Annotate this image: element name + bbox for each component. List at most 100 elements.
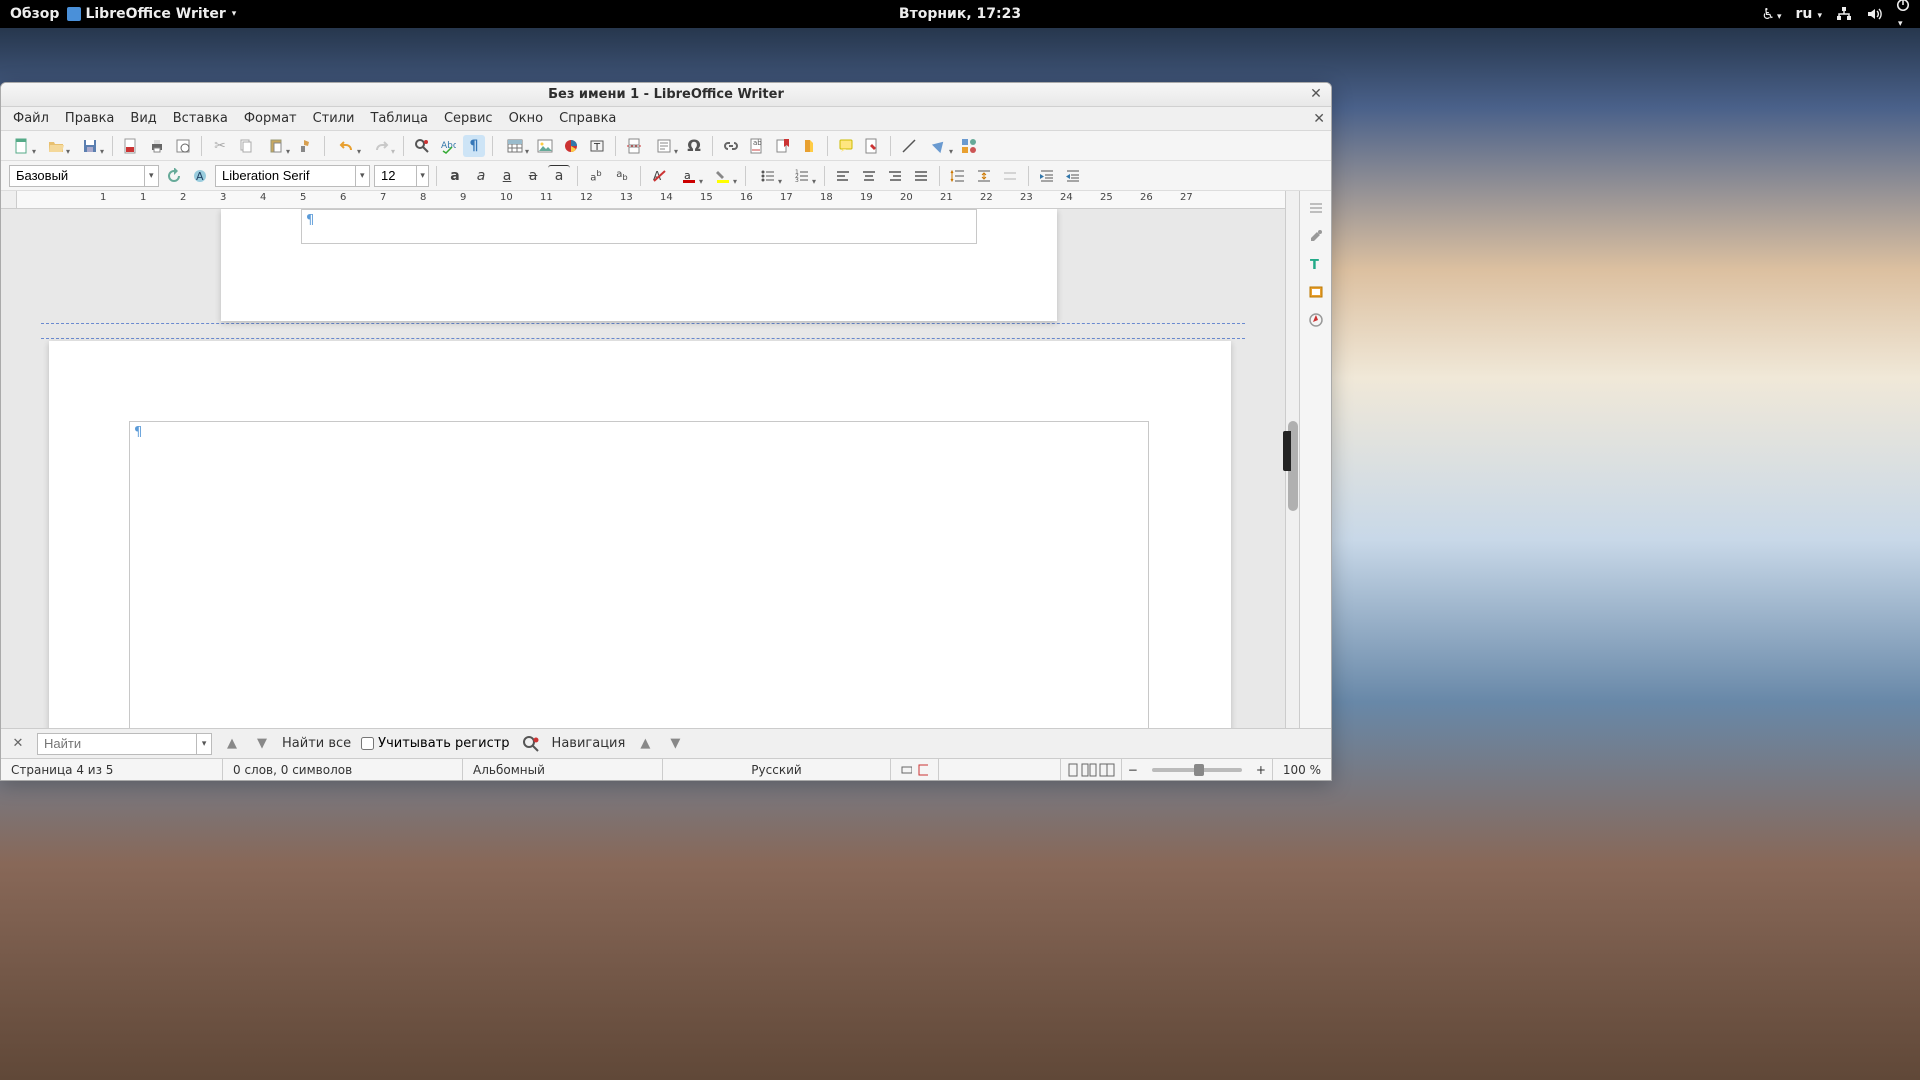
app-menu[interactable]: LibreOffice Writer ▾ — [67, 6, 236, 22]
number-list-button[interactable]: 123 — [787, 165, 817, 187]
status-words[interactable]: 0 слов, 0 символов — [223, 759, 463, 780]
insert-line-button[interactable] — [898, 135, 920, 157]
undo-button[interactable] — [332, 135, 362, 157]
font-size-input[interactable] — [375, 166, 416, 186]
navigator-panel-icon[interactable] — [1305, 309, 1327, 331]
network-icon[interactable] — [1836, 6, 1852, 22]
clear-formatting-button[interactable]: A — [648, 165, 670, 187]
highlight-button[interactable] — [708, 165, 738, 187]
status-page-style[interactable]: Альбомный — [463, 759, 663, 780]
subscript-button[interactable]: ab — [611, 165, 633, 187]
chevron-down-icon[interactable]: ▾ — [144, 166, 158, 186]
status-language[interactable]: Русский — [663, 759, 891, 780]
save-button[interactable] — [75, 135, 105, 157]
spellcheck-button[interactable]: Abc — [437, 135, 459, 157]
status-page[interactable]: Страница 4 из 5 — [1, 759, 223, 780]
find-replace-icon[interactable] — [520, 733, 542, 755]
redo-button[interactable] — [366, 135, 396, 157]
page-current[interactable]: ¶ — [49, 341, 1231, 728]
italic-button[interactable]: a — [470, 165, 492, 187]
align-justify-button[interactable] — [910, 165, 932, 187]
insert-footnote-button[interactable]: ab — [746, 135, 768, 157]
align-left-button[interactable] — [832, 165, 854, 187]
window-close-button[interactable]: ✕ — [1307, 85, 1325, 103]
insert-image-button[interactable] — [534, 135, 556, 157]
menu-edit[interactable]: Правка — [57, 108, 122, 129]
draw-functions-button[interactable] — [958, 135, 980, 157]
vertical-scrollbar[interactable] — [1285, 191, 1299, 728]
insert-bookmark-button[interactable] — [772, 135, 794, 157]
horizontal-ruler[interactable]: 1123456789101112131415161718192021222324… — [1, 191, 1285, 209]
insert-special-char-button[interactable]: Ω — [683, 135, 705, 157]
page-previous[interactable]: ¶ — [221, 209, 1057, 321]
menu-styles[interactable]: Стили — [305, 108, 363, 129]
font-size-combo[interactable]: ▾ — [374, 165, 429, 187]
document-area[interactable]: ¶ ¶ — [1, 209, 1285, 728]
multi-page-view-button[interactable] — [1081, 763, 1097, 777]
clock[interactable]: Вторник, 17:23 — [899, 6, 1021, 22]
bullet-list-button[interactable] — [753, 165, 783, 187]
print-preview-button[interactable] — [172, 135, 194, 157]
input-language[interactable]: ru ▾ — [1795, 6, 1822, 22]
increase-spacing-button[interactable] — [973, 165, 995, 187]
underline-button[interactable]: a — [496, 165, 518, 187]
open-button[interactable] — [41, 135, 71, 157]
decrease-spacing-button[interactable] — [999, 165, 1021, 187]
zoom-slider[interactable] — [1152, 768, 1242, 772]
insert-hyperlink-button[interactable] — [720, 135, 742, 157]
match-case-checkbox[interactable]: Учитывать регистр — [361, 736, 509, 751]
sidebar-settings-icon[interactable] — [1305, 197, 1327, 219]
properties-panel-icon[interactable] — [1305, 225, 1327, 247]
insert-comment-button[interactable] — [835, 135, 857, 157]
paragraph-style-combo[interactable]: ▾ — [9, 165, 159, 187]
find-replace-button[interactable] — [411, 135, 433, 157]
font-name-input[interactable] — [216, 166, 355, 186]
clone-formatting-button[interactable] — [295, 135, 317, 157]
single-page-view-button[interactable] — [1067, 763, 1079, 777]
volume-icon[interactable] — [1866, 6, 1882, 22]
insert-field-button[interactable] — [649, 135, 679, 157]
align-center-button[interactable] — [858, 165, 880, 187]
nav-prev-button[interactable]: ▲ — [635, 734, 655, 754]
increase-indent-button[interactable] — [1036, 165, 1058, 187]
status-insert-mode[interactable] — [891, 759, 939, 780]
menu-insert[interactable]: Вставка — [165, 108, 236, 129]
insert-page-break-button[interactable] — [623, 135, 645, 157]
align-right-button[interactable] — [884, 165, 906, 187]
line-spacing-button[interactable] — [947, 165, 969, 187]
insert-chart-button[interactable] — [560, 135, 582, 157]
menu-table[interactable]: Таблица — [362, 108, 436, 129]
insert-table-button[interactable] — [500, 135, 530, 157]
document-close-button[interactable]: ✕ — [1313, 111, 1325, 127]
navigation-label[interactable]: Навигация — [552, 736, 626, 751]
export-pdf-button[interactable] — [120, 135, 142, 157]
chevron-down-icon[interactable]: ▾ — [416, 166, 428, 186]
find-next-button[interactable]: ▼ — [252, 734, 272, 754]
paste-button[interactable] — [261, 135, 291, 157]
chevron-down-icon[interactable]: ▾ — [355, 166, 369, 186]
chevron-down-icon[interactable]: ▾ — [196, 734, 211, 754]
menu-help[interactable]: Справка — [551, 108, 624, 129]
power-icon[interactable]: ▾ — [1896, 0, 1910, 30]
copy-button[interactable] — [235, 135, 257, 157]
gallery-panel-icon[interactable] — [1305, 281, 1327, 303]
cut-button[interactable]: ✂ — [209, 135, 231, 157]
insert-textbox-button[interactable]: T — [586, 135, 608, 157]
zoom-value[interactable]: 100 % — [1272, 759, 1331, 780]
menu-tools[interactable]: Сервис — [436, 108, 501, 129]
update-style-button[interactable] — [163, 165, 185, 187]
menu-view[interactable]: Вид — [122, 108, 164, 129]
formatting-marks-button[interactable]: ¶ — [463, 135, 485, 157]
nav-next-button[interactable]: ▼ — [665, 734, 685, 754]
decrease-indent-button[interactable] — [1062, 165, 1084, 187]
book-view-button[interactable] — [1099, 763, 1115, 777]
sidebar-collapse-handle[interactable] — [1283, 431, 1291, 471]
find-prev-button[interactable]: ▲ — [222, 734, 242, 754]
menu-format[interactable]: Формат — [236, 108, 305, 129]
styles-panel-icon[interactable]: T — [1305, 253, 1327, 275]
find-input[interactable] — [38, 734, 196, 754]
font-color-button[interactable]: a — [674, 165, 704, 187]
zoom-out-button[interactable]: − — [1122, 763, 1144, 777]
bold-button[interactable]: a — [444, 165, 466, 187]
new-button[interactable] — [7, 135, 37, 157]
